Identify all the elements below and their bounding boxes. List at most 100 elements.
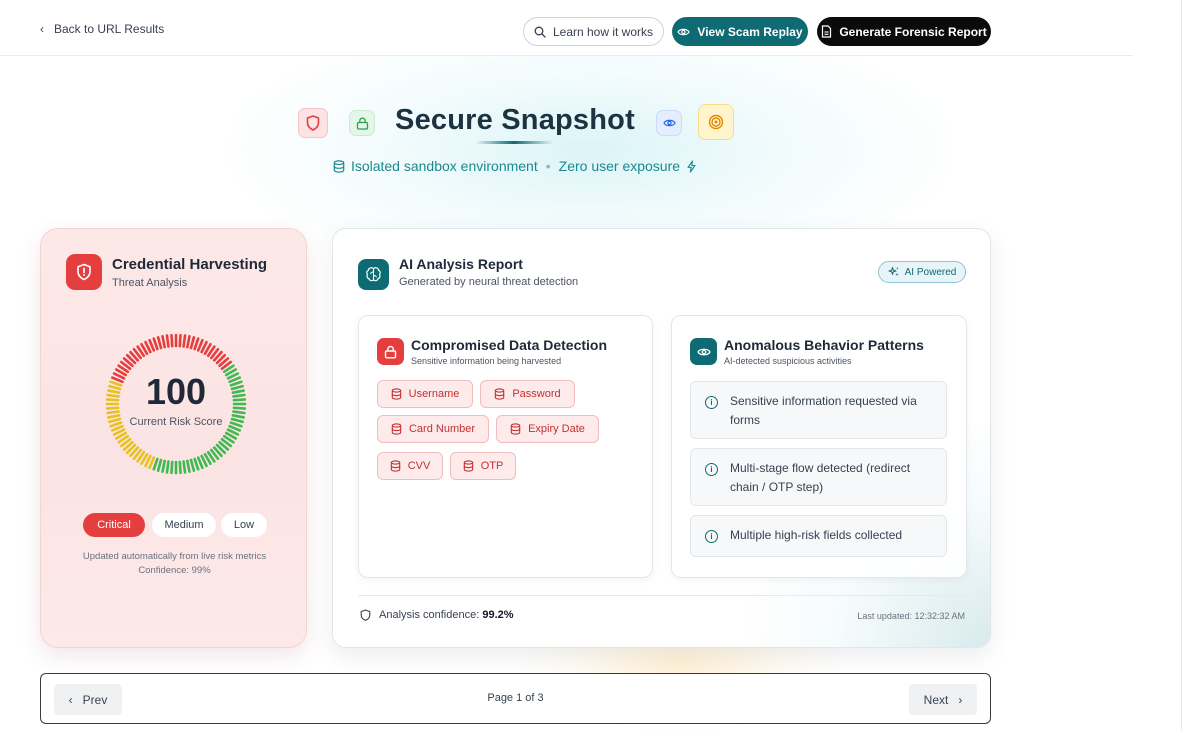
shield-alert-icon — [66, 254, 102, 290]
gauge-segment — [186, 459, 191, 473]
view-scam-replay-button[interactable]: View Scam Replay — [672, 17, 808, 46]
gauge-segment — [186, 335, 191, 349]
level-low-pill[interactable]: Low — [221, 513, 267, 537]
database-icon — [510, 423, 521, 435]
gauge-segment — [170, 460, 174, 475]
database-icon — [494, 388, 505, 400]
gauge-segment — [182, 460, 187, 474]
behavior-patterns-panel: Anomalous Behavior Patterns AI-detected … — [671, 315, 967, 578]
next-button[interactable]: Next › — [909, 684, 977, 715]
data-chip-label: Card Number — [408, 423, 476, 435]
gauge-segment — [165, 334, 170, 348]
title-underline — [475, 141, 553, 144]
data-chip-username: Username — [377, 380, 473, 408]
confidence-label: Analysis confidence: — [379, 609, 480, 621]
ai-powered-badge: AI Powered — [878, 261, 966, 283]
database-icon — [391, 388, 402, 400]
analysis-subtitle: Generated by neural threat detection — [399, 276, 579, 288]
brain-icon — [358, 259, 389, 290]
back-link-label: Back to URL Results — [54, 22, 165, 36]
data-chip-label: CVV — [407, 460, 431, 472]
subtitle-sandbox: Isolated sandbox environment — [350, 158, 538, 174]
learn-how-button[interactable]: Learn how it works — [523, 17, 664, 46]
compromised-data-title: Compromised Data Detection — [411, 337, 608, 353]
confidence-value: 99.2% — [482, 609, 514, 621]
eye-icon — [690, 338, 717, 365]
risk-score-value: 100 — [145, 371, 207, 412]
data-chip-label: Expiry Date — [528, 423, 585, 435]
threat-subtitle: Threat Analysis — [112, 277, 188, 289]
behavior-title: Anomalous Behavior Patterns — [724, 337, 924, 353]
gauge-segment — [182, 334, 187, 348]
database-icon — [390, 460, 401, 472]
data-chip-label: OTP — [480, 460, 504, 472]
info-icon: i — [705, 530, 718, 543]
analysis-divider — [358, 595, 967, 596]
gauge-segment — [156, 336, 163, 350]
gauge-segment — [178, 460, 182, 475]
data-chip-card-number: Card Number — [377, 415, 489, 443]
data-chip-password: Password — [480, 380, 575, 408]
subtitle-exposure: Zero user exposure — [558, 158, 681, 174]
learn-how-label: Learn how it works — [552, 24, 654, 39]
risk-note-updated: Updated automatically from live risk met… — [82, 551, 267, 562]
hero-subtitle: Isolated sandbox environment • Zero user… — [300, 158, 730, 174]
next-label: Next — [923, 692, 949, 707]
ai-analysis-card: AI Analysis Report Generated by neural t… — [332, 228, 991, 648]
back-link[interactable]: ‹ Back to URL Results — [40, 22, 164, 36]
analysis-confidence: Analysis confidence: 99.2% — [360, 609, 514, 621]
info-icon: i — [705, 396, 718, 409]
gauge-segment — [193, 457, 200, 471]
gauge-segment — [156, 458, 163, 472]
eye-icon — [656, 110, 682, 136]
gauge-segment — [189, 458, 196, 472]
behavior-subtitle: AI-detected suspicious activities — [724, 356, 852, 366]
generate-report-button[interactable]: Generate Forensic Report — [817, 17, 991, 46]
gauge-segment — [170, 333, 174, 348]
level-critical-pill[interactable]: Critical — [83, 513, 145, 537]
search-icon — [534, 26, 546, 38]
database-icon — [391, 423, 402, 435]
eye-icon — [677, 27, 691, 37]
lightning-icon — [686, 159, 697, 173]
shield-icon — [360, 609, 371, 621]
generate-report-label: Generate Forensic Report — [839, 24, 987, 39]
lock-icon — [377, 338, 404, 365]
level-medium-pill[interactable]: Medium — [152, 513, 216, 537]
document-icon — [821, 25, 832, 38]
gauge-segment — [152, 457, 159, 471]
behavior-item: i Sensitive information requested via fo… — [690, 381, 947, 439]
gauge-segment — [189, 336, 196, 350]
risk-note: Updated automatically from live risk met… — [41, 550, 308, 578]
gauge-segment — [165, 460, 170, 474]
compromised-data-panel: Compromised Data Detection Sensitive inf… — [358, 315, 653, 578]
analysis-title: AI Analysis Report — [399, 256, 523, 272]
behavior-item-text: Sensitive information requested via form… — [730, 394, 917, 427]
chevron-left-icon: ‹ — [40, 22, 44, 36]
page-indicator: Page 1 of 3 — [487, 692, 544, 704]
scrollbar[interactable] — [1181, 0, 1197, 730]
behavior-item: i Multi-stage flow detected (redirect ch… — [690, 448, 947, 506]
database-icon — [463, 460, 474, 472]
info-icon: i — [705, 463, 718, 476]
behavior-item-text: Multiple high-risk fields collected — [730, 528, 903, 542]
gauge-segment — [152, 337, 159, 351]
gauge-segment — [161, 459, 166, 473]
data-chip-label: Username — [408, 388, 460, 400]
subtitle-separator: • — [545, 158, 551, 174]
pagination: ‹ Prev Page 1 of 3 Next › — [40, 673, 991, 724]
page-title: Secure Snapshot — [395, 104, 635, 136]
gauge-segment — [161, 335, 166, 349]
last-updated: Last updated: 12:32:32 AM — [857, 611, 965, 621]
shield-icon — [298, 108, 328, 138]
data-chip-label: Password — [512, 388, 561, 400]
target-icon — [698, 104, 734, 140]
top-bar: ‹ Back to URL Results Learn how it works… — [0, 0, 1133, 56]
gauge-segment — [178, 333, 182, 348]
threat-title: Credential Harvesting — [112, 256, 268, 273]
lock-icon — [349, 110, 375, 136]
risk-score-card: Credential Harvesting Threat Analysis 10… — [40, 228, 307, 648]
behavior-item: i Multiple high-risk fields collected — [690, 515, 947, 557]
database-icon — [333, 159, 345, 173]
behavior-item-text: Multi-stage flow detected (redirect chai… — [730, 461, 911, 494]
